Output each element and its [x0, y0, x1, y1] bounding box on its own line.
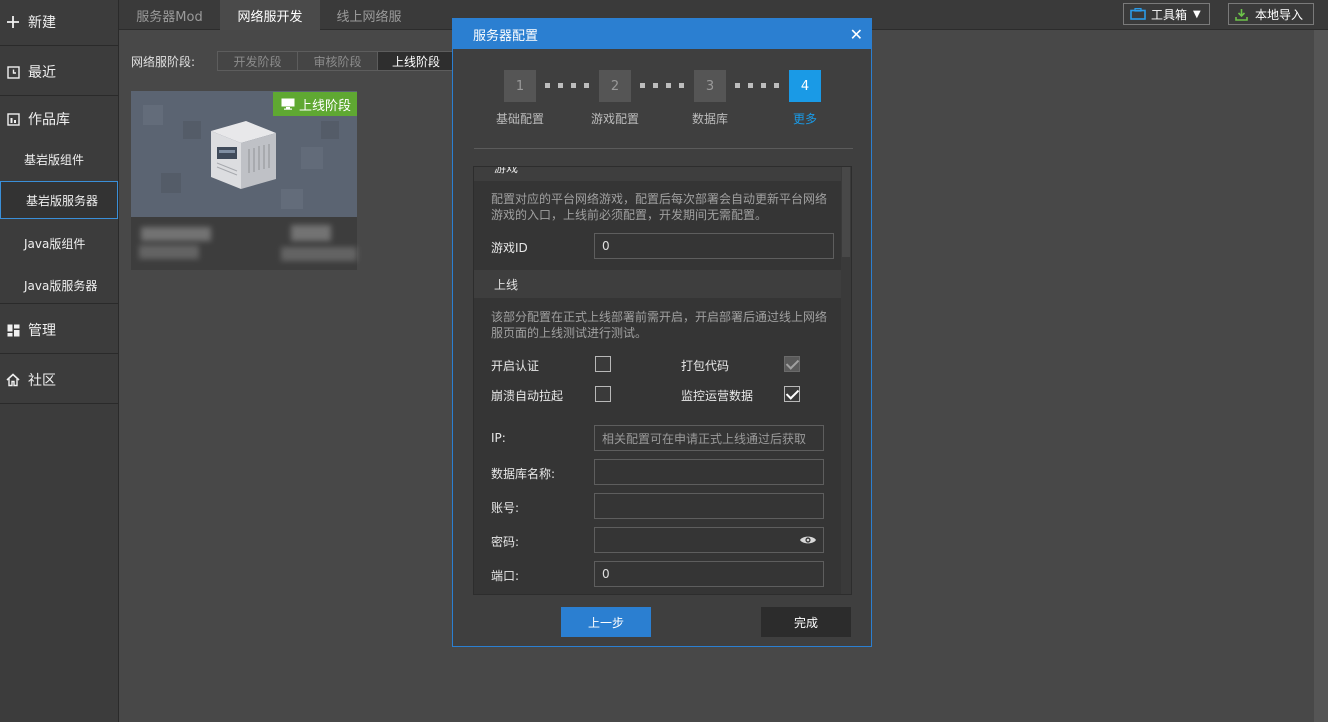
page-scrollbar[interactable] — [1314, 30, 1328, 722]
dialog-header: 服务器配置 ✕ — [453, 19, 871, 49]
online-status-label: 上线阶段 — [298, 98, 351, 114]
sidebar-item-bedrock-servers[interactable]: 基岩版服务器 — [0, 181, 118, 219]
step-connector — [640, 83, 684, 89]
online-section-desc: 该部分配置在正式上线部署前需开启，开启部署后通过线上网络服页面的上线测试进行测试… — [491, 310, 828, 340]
sidebar-item-java-components[interactable]: Java版组件 — [0, 230, 118, 256]
account-input[interactable] — [594, 493, 824, 519]
ip-label: IP: — [491, 431, 506, 445]
sidebar-item-label: 新建 — [28, 15, 56, 31]
blurred-name — [291, 225, 331, 241]
blurred-name — [281, 247, 357, 261]
password-input[interactable] — [594, 527, 824, 553]
stage-filter-label: 网络服阶段: — [131, 54, 196, 69]
sidebar-divider — [0, 303, 118, 304]
divider — [474, 148, 853, 149]
crash-restart-checkbox[interactable] — [595, 386, 611, 402]
prev-step-button[interactable]: 上一步 — [561, 607, 651, 637]
auth-label: 开启认证 — [491, 359, 540, 373]
scrollbar-thumb[interactable] — [842, 167, 850, 257]
blurred-name — [141, 227, 211, 241]
caret-down-icon: ▼ — [1193, 8, 1201, 20]
sidebar-item-label: 最近 — [28, 65, 56, 81]
section-header-game: 游戏 — [474, 167, 842, 181]
step-2-label: 游戏配置 — [590, 112, 639, 126]
toolbox-icon — [1130, 8, 1146, 20]
db-name-input[interactable] — [594, 459, 824, 485]
dashboard-icon — [6, 323, 20, 337]
step-connector — [545, 83, 589, 89]
config-scroll-area[interactable]: 游戏 配置对应的平台网络游戏，配置后每次部署会自动更新平台网络游戏的入口，上线前… — [473, 166, 852, 595]
download-icon — [1235, 8, 1248, 21]
game-section-desc: 配置对应的平台网络游戏，配置后每次部署会自动更新平台网络游戏的入口，上线前必须配… — [491, 192, 828, 222]
toolbox-button[interactable]: 工具箱 ▼ — [1123, 3, 1210, 25]
sidebar-divider — [0, 45, 118, 46]
dialog-title: 服务器配置 — [473, 28, 539, 44]
port-input[interactable]: 0 — [594, 561, 824, 587]
sidebar-divider — [0, 95, 118, 96]
stage-review[interactable]: 审核阶段 — [297, 51, 378, 71]
pack-code-checkbox[interactable] — [784, 356, 800, 372]
tab-server-mod[interactable]: 服务器Mod — [119, 0, 220, 30]
monitor-data-label: 监控运营数据 — [681, 389, 754, 403]
step-3-label: 数据库 — [691, 112, 728, 126]
online-status-badge: 上线阶段 — [272, 92, 357, 116]
ip-input[interactable]: 相关配置可在申请正式上线通过后获取 — [594, 425, 824, 451]
password-label: 密码: — [491, 535, 520, 549]
dialog-scrollbar[interactable] — [841, 167, 851, 594]
game-id-label: 游戏ID — [491, 241, 528, 255]
monitor-data-checkbox[interactable] — [784, 386, 800, 402]
server-card[interactable]: 上线阶段 — [131, 91, 357, 270]
sidebar-item-label: 社区 — [28, 373, 56, 389]
local-import-button[interactable]: 本地导入 — [1228, 3, 1314, 25]
account-label: 账号: — [491, 501, 520, 515]
section-header-online: 上线 — [474, 270, 842, 298]
auth-checkbox[interactable] — [595, 356, 611, 372]
tab-online-network-server[interactable]: 线上网络服 — [320, 0, 418, 30]
sidebar-item-library[interactable]: 作品库 — [0, 105, 118, 133]
sidebar-item-label: 管理 — [28, 323, 56, 339]
toolbox-label: 工具箱 — [1151, 7, 1188, 22]
sidebar-item-new[interactable]: 新建 — [0, 8, 118, 36]
server-config-dialog: 服务器配置 ✕ 1 2 3 4 基础配置 游戏配置 数据库 更多 游戏 配置对应… — [452, 18, 872, 647]
sidebar-item-recent[interactable]: 最近 — [0, 58, 118, 86]
sidebar-item-community[interactable]: 社区 — [0, 366, 118, 394]
monitor-icon — [281, 98, 295, 110]
game-id-input[interactable]: 0 — [594, 233, 834, 259]
step-3[interactable]: 3 — [694, 70, 726, 102]
pack-code-label: 打包代码 — [681, 359, 730, 373]
step-1[interactable]: 1 — [504, 70, 536, 102]
clock-icon — [6, 65, 20, 79]
library-icon — [6, 112, 20, 126]
home-icon — [6, 373, 20, 387]
close-icon[interactable]: ✕ — [850, 25, 863, 44]
sidebar-item-bedrock-components[interactable]: 基岩版组件 — [0, 146, 118, 172]
step-2[interactable]: 2 — [599, 70, 631, 102]
step-connector — [735, 83, 779, 89]
db-name-label: 数据库名称: — [491, 467, 556, 481]
step-1-label: 基础配置 — [495, 112, 544, 126]
blurred-name — [139, 245, 199, 259]
finish-button[interactable]: 完成 — [761, 607, 851, 637]
eye-icon[interactable] — [799, 534, 817, 546]
port-label: 端口: — [491, 569, 520, 583]
sidebar-item-java-servers[interactable]: Java版服务器 — [0, 272, 118, 298]
sidebar-divider — [0, 403, 118, 404]
sidebar: 新建 最近 作品库 基岩版组件 基岩版服务器 Java版组件 Java版服务器 … — [0, 0, 119, 722]
local-import-label: 本地导入 — [1255, 7, 1304, 22]
crash-restart-label: 崩溃自动拉起 — [491, 389, 564, 403]
stage-dev[interactable]: 开发阶段 — [217, 51, 298, 71]
sidebar-item-label: 作品库 — [28, 112, 70, 128]
step-4-label: 更多 — [792, 112, 817, 126]
sidebar-item-manage[interactable]: 管理 — [0, 316, 118, 344]
sidebar-divider — [0, 353, 118, 354]
tab-network-server-dev[interactable]: 网络服开发 — [220, 0, 320, 30]
stage-online[interactable]: 上线阶段 — [377, 51, 455, 71]
plus-icon — [6, 15, 20, 29]
step-4[interactable]: 4 — [789, 70, 821, 102]
